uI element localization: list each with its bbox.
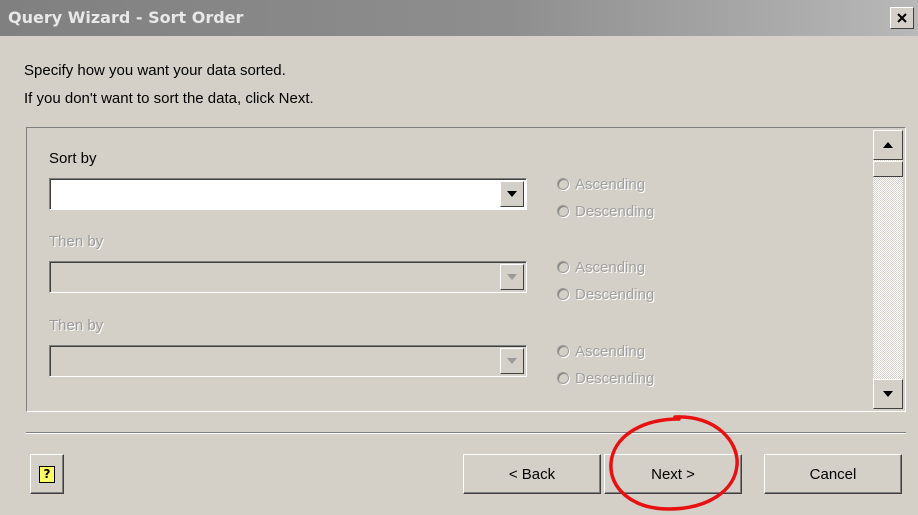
then-by-2-ascending-radio[interactable]: Ascending xyxy=(557,340,645,362)
scroll-up-button[interactable] xyxy=(873,130,903,160)
help-button[interactable]: ? xyxy=(30,454,64,494)
window-title: Query Wizard - Sort Order xyxy=(8,8,244,27)
radio-circle-icon xyxy=(557,372,569,384)
then-by-1-label: Then by xyxy=(49,233,104,250)
next-button[interactable]: Next > xyxy=(604,454,742,494)
then-by-1-ascending-label: Ascending xyxy=(575,258,646,276)
close-icon xyxy=(897,13,907,23)
scroll-down-button[interactable] xyxy=(873,379,903,409)
sort-by-dropdown-button[interactable] xyxy=(500,181,524,207)
close-button[interactable] xyxy=(890,7,914,29)
radio-circle-icon xyxy=(557,261,569,273)
sort-by-ascending-radio[interactable]: Ascending xyxy=(557,173,645,195)
radio-circle-icon xyxy=(557,205,569,217)
cancel-button[interactable]: Cancel xyxy=(764,454,902,494)
sort-by-ascending-label: Ascending xyxy=(575,175,646,193)
title-bar: Query Wizard - Sort Order xyxy=(0,0,918,36)
sort-by-descending-label: Descending xyxy=(575,202,655,220)
then-by-2-label: Then by xyxy=(49,317,104,334)
vertical-scrollbar[interactable] xyxy=(873,130,903,409)
sort-by-descending-radio[interactable]: Descending xyxy=(557,200,654,222)
then-by-1-dropdown[interactable] xyxy=(49,261,527,293)
scroll-down-arrow-icon xyxy=(883,391,893,397)
then-by-2-dropdown[interactable] xyxy=(49,345,527,377)
then-by-2-dropdown-button[interactable] xyxy=(500,348,524,374)
radio-circle-icon xyxy=(557,178,569,190)
instruction-line-1: Specify how you want your data sorted. xyxy=(24,62,286,79)
then-by-2-descending-radio[interactable]: Descending xyxy=(557,367,654,389)
sort-fields-panel: Sort by Ascending Descending Then by Asc… xyxy=(26,127,906,412)
back-button[interactable]: < Back xyxy=(463,454,601,494)
then-by-1-descending-label: Descending xyxy=(575,285,655,303)
help-icon: ? xyxy=(39,465,55,483)
separator-line xyxy=(26,432,906,434)
radio-circle-icon xyxy=(557,345,569,357)
then-by-1-ascending-radio[interactable]: Ascending xyxy=(557,256,645,278)
then-by-2-descending-label: Descending xyxy=(575,369,655,387)
scroll-up-arrow-icon xyxy=(883,142,893,148)
scroll-thumb[interactable] xyxy=(873,161,903,177)
then-by-2-ascending-label: Ascending xyxy=(575,342,646,360)
then-by-1-dropdown-button[interactable] xyxy=(500,264,524,290)
instruction-line-2: If you don't want to sort the data, clic… xyxy=(24,90,314,107)
sort-by-label: Sort by xyxy=(49,150,97,167)
chevron-down-icon xyxy=(507,358,517,364)
chevron-down-icon xyxy=(507,191,517,197)
chevron-down-icon xyxy=(507,274,517,280)
then-by-1-descending-radio[interactable]: Descending xyxy=(557,283,654,305)
sort-by-dropdown[interactable] xyxy=(49,178,527,210)
radio-circle-icon xyxy=(557,288,569,300)
